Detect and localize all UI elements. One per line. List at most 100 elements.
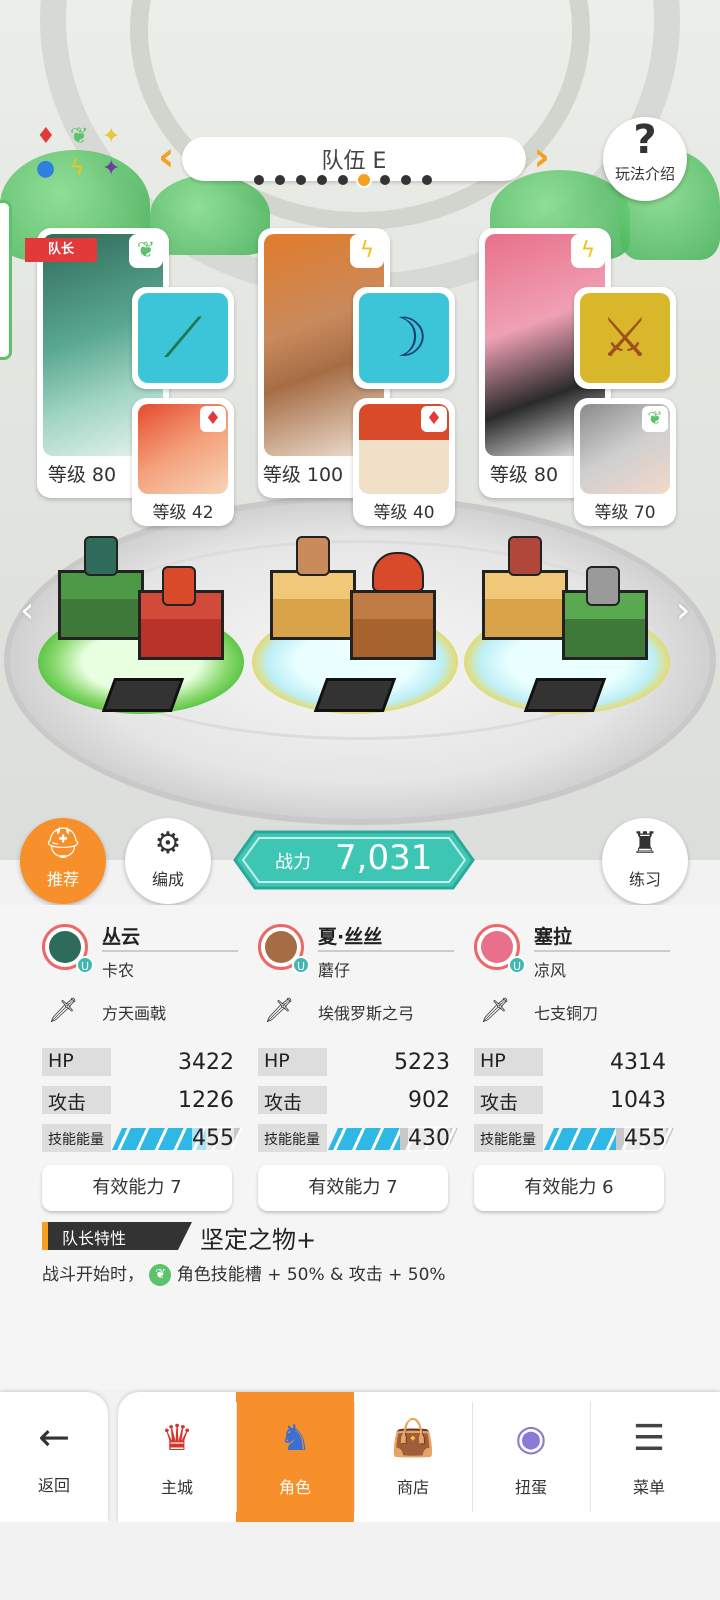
weapon-name: 方天画戟 [102,1004,167,1023]
support-hero-card[interactable]: ❦ 等级 70 [574,398,676,526]
team-title: 队伍 E [321,149,387,174]
support-name: 蘑仔 [318,961,351,980]
pixel-hero-sprite [296,536,330,576]
element-cycle-legend[interactable]: ♦ ❦ ✦ ● ϟ ✦ [32,126,128,186]
hero-weapon-slot[interactable]: ⟋ [132,287,234,389]
tab-shop[interactable]: 👜 商店 [354,1392,472,1522]
hp-label: HP [480,1050,506,1072]
green-spear-icon: ⟋ [138,293,228,383]
recommend-button[interactable]: ⛑ 推荐 [20,818,106,904]
skill-energy-label: 技能能量 [480,1132,536,1148]
hero-stats-column: U 塞拉 凉风 🗡 七支铜刀 HP 4314 攻击 1043 技能能量 455 … [474,920,670,1220]
attack-value: 1043 [610,1088,666,1113]
hero-level: 等级 100 [262,464,344,486]
attack-label: 攻击 [264,1092,303,1114]
leaf-icon: ❦ [129,234,163,268]
effective-ability-button[interactable]: 有效能力 7 [258,1165,448,1211]
pager-dot[interactable] [317,175,327,185]
pixel-hero-sprite [508,536,542,576]
leader-skill-tag: 队长特性 [62,1229,127,1248]
pixel-weapon-base [523,678,607,712]
pixel-block [350,590,436,660]
team-pager [254,172,454,188]
attack-label: 攻击 [480,1092,519,1114]
weapon-name: 埃俄罗斯之弓 [318,1004,415,1023]
tab-main-city[interactable]: ♛ 主城 [118,1392,236,1522]
weapon-name: 七支铜刀 [534,1004,599,1023]
skill-energy-row: 技能能量 455 [42,1124,238,1152]
skill-energy-label: 技能能量 [48,1132,104,1148]
scroll-right-arrow[interactable]: › [676,590,690,631]
skill-energy-row: 技能能量 430 [258,1124,454,1152]
pixel-block [58,570,144,640]
help-label: 玩法介绍 [614,165,675,183]
tab-label: 扭蛋 [514,1478,547,1497]
skill-energy-value: 455 [192,1126,234,1151]
support-hero-card[interactable]: ♦ 等级 40 [353,398,455,526]
hp-label: HP [48,1050,74,1072]
formation-label: 编成 [151,870,184,889]
hp-row: HP 4314 [474,1048,670,1076]
castle-icon: ♛ [160,1418,194,1459]
water-orb-icon: ● [36,156,56,181]
pixel-hero-sprite [84,536,118,576]
next-team-arrow[interactable]: › [526,137,550,181]
back-button[interactable]: ← 返回 [0,1392,108,1522]
attack-row: 攻击 902 [258,1086,454,1114]
effective-ability-button[interactable]: 有效能力 7 [42,1165,232,1211]
pixel-weapon-base [313,678,397,712]
practice-label: 练习 [628,870,661,889]
pager-dot[interactable] [380,175,390,185]
attack-row: 攻击 1043 [474,1086,670,1114]
hero-weapon-slot[interactable]: ☽ [353,287,455,389]
tab-label: 角色 [278,1478,311,1497]
side-drawer-tab[interactable] [0,200,12,360]
dark-star-icon: ✦ [102,156,121,181]
leader-skill-desc-prefix: 战斗开始时， [42,1265,144,1285]
blue-bow-icon: ☽ [359,293,449,383]
scroll-left-arrow[interactable]: ‹ [20,590,34,631]
hero-stats-column: U 丛云 卡农 🗡 方天画戟 HP 3422 攻击 1226 技能能量 455 … [42,920,238,1220]
hero-name: 丛云 [102,926,141,948]
pager-dot[interactable] [254,175,264,185]
power-value: 7,031 [335,838,433,878]
weapon-icon: 🗡 [48,996,79,1024]
formation-gear-icon: ⚙ [154,826,182,861]
back-label: 返回 [37,1476,70,1495]
skill-energy-row: 技能能量 455 [474,1124,670,1152]
leader-tag: 队长 [25,238,97,262]
practice-button[interactable]: ♜ 练习 [602,818,688,904]
pager-dot[interactable] [275,175,285,185]
lightning-icon: ϟ [571,234,605,268]
pager-dot[interactable] [338,175,348,185]
tab-characters[interactable]: ♞ 角色 [236,1392,354,1522]
pager-dot-active[interactable] [356,172,372,188]
recommend-helmet-icon: ⛑ [43,826,83,861]
weapon-icon: 🗡 [480,996,511,1024]
pager-dot[interactable] [401,175,411,185]
pixel-block [270,570,356,640]
pixel-support-sprite [372,552,424,592]
menu-list-icon: ☰ [632,1418,666,1459]
formation-button[interactable]: ⚙ 编成 [125,818,211,904]
effective-ability-button[interactable]: 有效能力 6 [474,1165,664,1211]
hero-level: 等级 80 [47,464,117,486]
bottom-tab-bar: ♛ 主城 ♞ 角色 👜 商店 ◉ 扭蛋 ☰ 菜单 [118,1392,720,1522]
lightning-icon: ϟ [70,156,85,181]
pager-dot[interactable] [296,175,306,185]
leader-skill-desc-suffix: 角色技能槽 + 50% & 攻击 + 50% [176,1265,446,1285]
tab-gacha[interactable]: ◉ 扭蛋 [472,1392,590,1522]
tab-label: 主城 [160,1478,193,1497]
pager-dot[interactable] [422,175,432,185]
pixel-support-sprite [586,566,620,606]
hero-name: 夏·丝丝 [318,926,383,948]
help-button[interactable]: ? 玩法介绍 [603,117,687,201]
tab-menu[interactable]: ☰ 菜单 [590,1392,708,1522]
shop-bag-icon: 👜 [390,1418,436,1459]
lightning-icon: ϟ [350,234,384,268]
leader-skill: 队长特性 坚定之物+ [42,1222,682,1254]
hero-weapon-slot[interactable]: ⚔ [574,287,676,389]
support-name: 凉风 [534,961,567,980]
combat-power-display: 战力 7,031 [233,830,475,890]
support-hero-card[interactable]: ♦ 等级 42 [132,398,234,526]
